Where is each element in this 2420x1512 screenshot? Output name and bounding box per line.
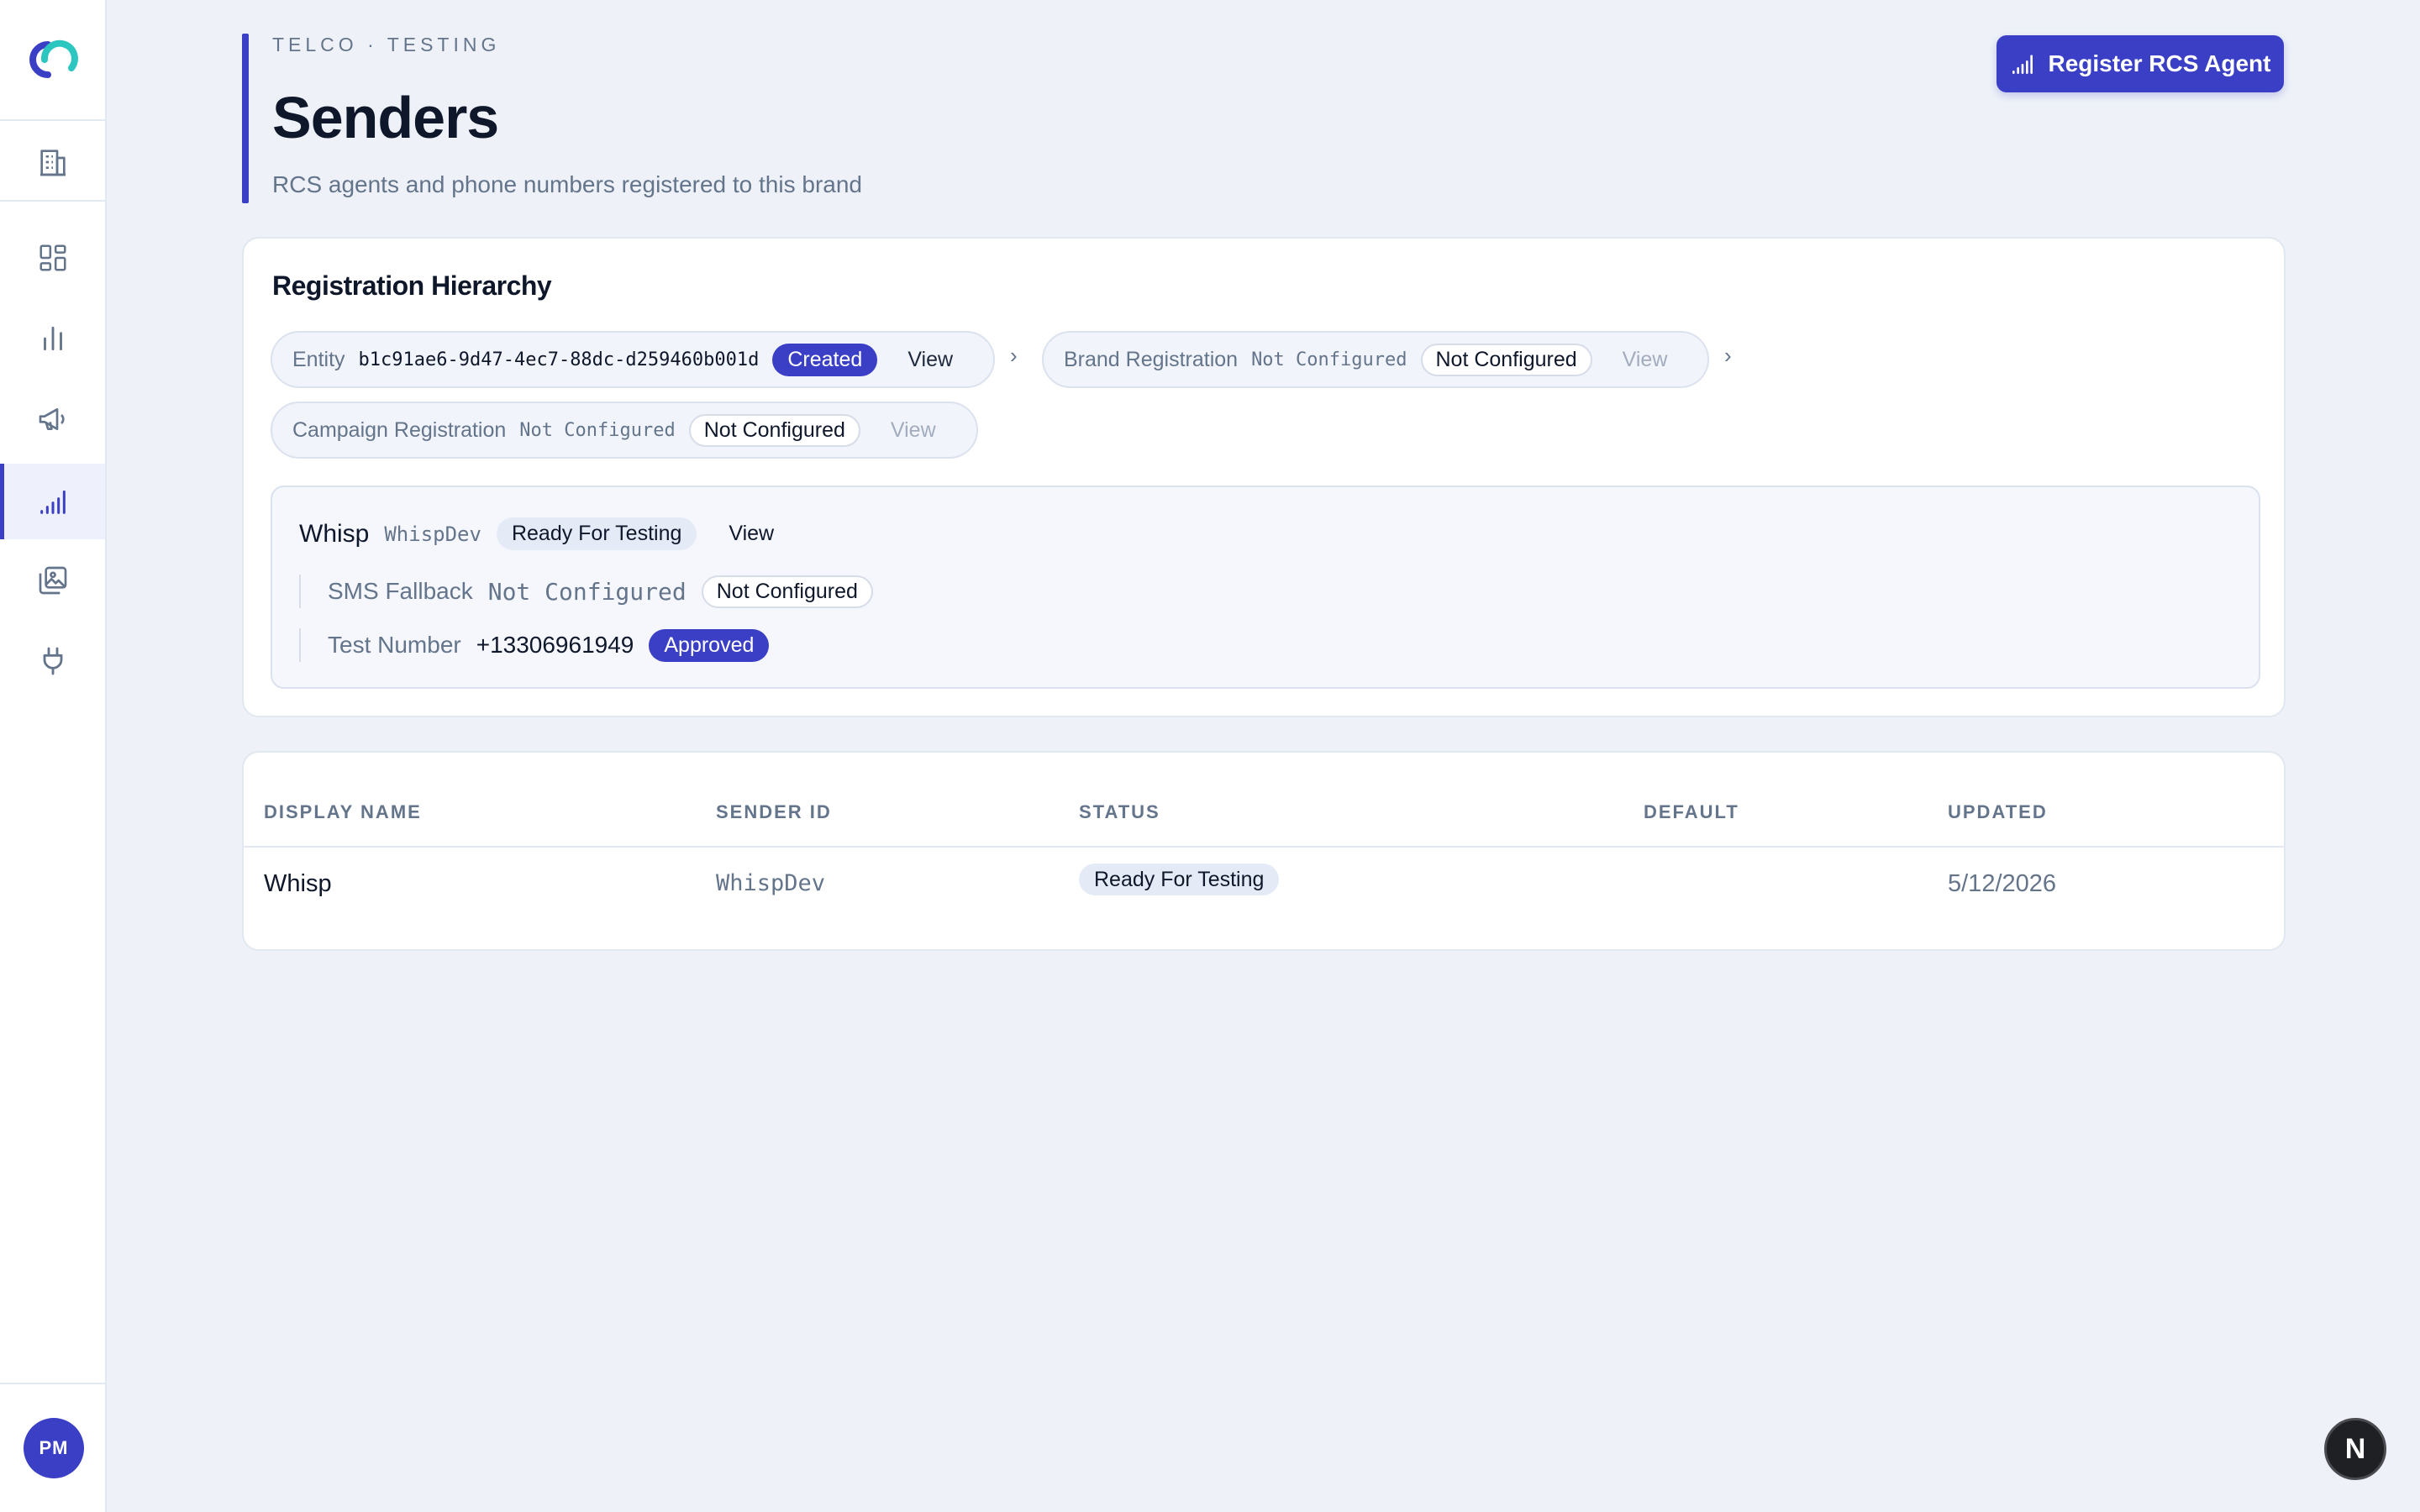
sms-fallback-value: Not Configured xyxy=(487,577,687,606)
campaign-registration-value: Not Configured xyxy=(519,419,676,441)
senders-table: DISPLAY NAME SENDER ID STATUS DEFAULT UP… xyxy=(242,751,2286,951)
analytics-icon xyxy=(43,326,62,351)
entity-label: Entity xyxy=(292,347,345,371)
signal-icon xyxy=(2012,55,2033,74)
sidebar-item-campaigns[interactable] xyxy=(0,381,105,457)
campaign-registration-view-link[interactable]: View xyxy=(891,418,936,443)
brand-registration-view-link[interactable]: View xyxy=(1623,348,1668,372)
status-badge: Not Configured xyxy=(1420,343,1592,376)
sidebar-item-media[interactable] xyxy=(0,543,105,618)
sms-fallback-label: SMS Fallback xyxy=(328,578,473,604)
entity-id: b1c91ae6-9d47-4ec7-88dc-d259460b001d xyxy=(358,349,760,370)
sms-fallback-row: SMS Fallback Not Configured Not Configur… xyxy=(299,575,873,608)
logo-icon[interactable] xyxy=(0,0,105,119)
column-header-sender-id[interactable]: SENDER ID xyxy=(716,801,832,823)
campaign-registration-label: Campaign Registration xyxy=(292,417,507,442)
campaign-registration-node: Campaign Registration Not Configured Not… xyxy=(271,402,978,459)
cell-display-name: Whisp xyxy=(264,870,332,897)
signal-icon xyxy=(39,490,66,514)
test-number-row: Test Number +13306961949 Approved xyxy=(299,628,770,662)
brand-registration-label: Brand Registration xyxy=(1064,347,1239,371)
status-badge: Created xyxy=(772,343,878,376)
building-icon xyxy=(39,150,66,176)
agent-name: Whisp xyxy=(299,519,370,548)
column-header-default[interactable]: DEFAULT xyxy=(1644,801,1739,823)
cell-sender-id: WhispDev xyxy=(716,870,826,896)
agent-view-link[interactable]: View xyxy=(729,522,774,546)
status-badge: Not Configured xyxy=(688,413,860,447)
brand-registration-node: Brand Registration Not Configured Not Co… xyxy=(1042,331,1709,388)
register-rcs-agent-label: Register RCS Agent xyxy=(2048,50,2271,76)
register-rcs-agent-button[interactable]: Register RCS Agent xyxy=(1996,35,2284,92)
rcs-agent-node: Whisp WhispDev Ready For Testing View SM… xyxy=(271,486,2260,689)
page-title: Senders xyxy=(272,85,499,150)
cell-status: Ready For Testing xyxy=(1079,864,1280,895)
status-badge: Not Configured xyxy=(701,575,873,608)
chevron-right-icon: › xyxy=(1010,343,1018,368)
dev-tools-badge[interactable]: N xyxy=(2324,1418,2386,1480)
sidebar-item-organization[interactable] xyxy=(0,124,105,200)
sidebar-item-dashboard[interactable] xyxy=(0,220,105,296)
status-badge: Ready For Testing xyxy=(496,517,697,550)
sidebar-item-senders[interactable] xyxy=(0,464,105,539)
status-badge: Approved xyxy=(649,628,770,662)
dashboard-icon xyxy=(39,244,66,271)
sidebar-item-integrations[interactable] xyxy=(0,623,105,699)
plug-icon xyxy=(43,647,62,675)
media-icon xyxy=(39,566,66,595)
column-header-display-name[interactable]: DISPLAY NAME xyxy=(264,801,422,823)
agent-header: Whisp WhispDev Ready For Testing View xyxy=(299,517,774,550)
user-avatar[interactable]: PM xyxy=(24,1418,84,1478)
agent-id: WhispDev xyxy=(384,522,481,546)
entity-view-link[interactable]: View xyxy=(908,348,953,372)
column-header-updated[interactable]: UPDATED xyxy=(1948,801,2048,823)
sidebar: PM xyxy=(0,0,107,1512)
column-header-status[interactable]: STATUS xyxy=(1079,801,1160,823)
section-title: Registration Hierarchy xyxy=(272,270,552,301)
page-subtitle: RCS agents and phone numbers registered … xyxy=(272,171,862,197)
registration-hierarchy-card: Registration Hierarchy Entity b1c91ae6-9… xyxy=(242,237,2286,717)
table-divider xyxy=(244,846,2284,848)
cell-updated: 5/12/2026 xyxy=(1948,870,2057,897)
entity-node: Entity b1c91ae6-9d47-4ec7-88dc-d259460b0… xyxy=(271,331,995,388)
header-accent-bar xyxy=(242,34,249,203)
breadcrumb: TELCO · TESTING xyxy=(272,34,501,55)
brand-registration-value: Not Configured xyxy=(1251,349,1407,370)
test-number-label: Test Number xyxy=(328,632,461,658)
test-number-value: +13306961949 xyxy=(476,632,634,658)
megaphone-icon xyxy=(39,408,65,430)
sidebar-item-analytics[interactable] xyxy=(0,301,105,376)
chevron-right-icon: › xyxy=(1724,343,1732,368)
status-badge: Ready For Testing xyxy=(1079,864,1280,895)
